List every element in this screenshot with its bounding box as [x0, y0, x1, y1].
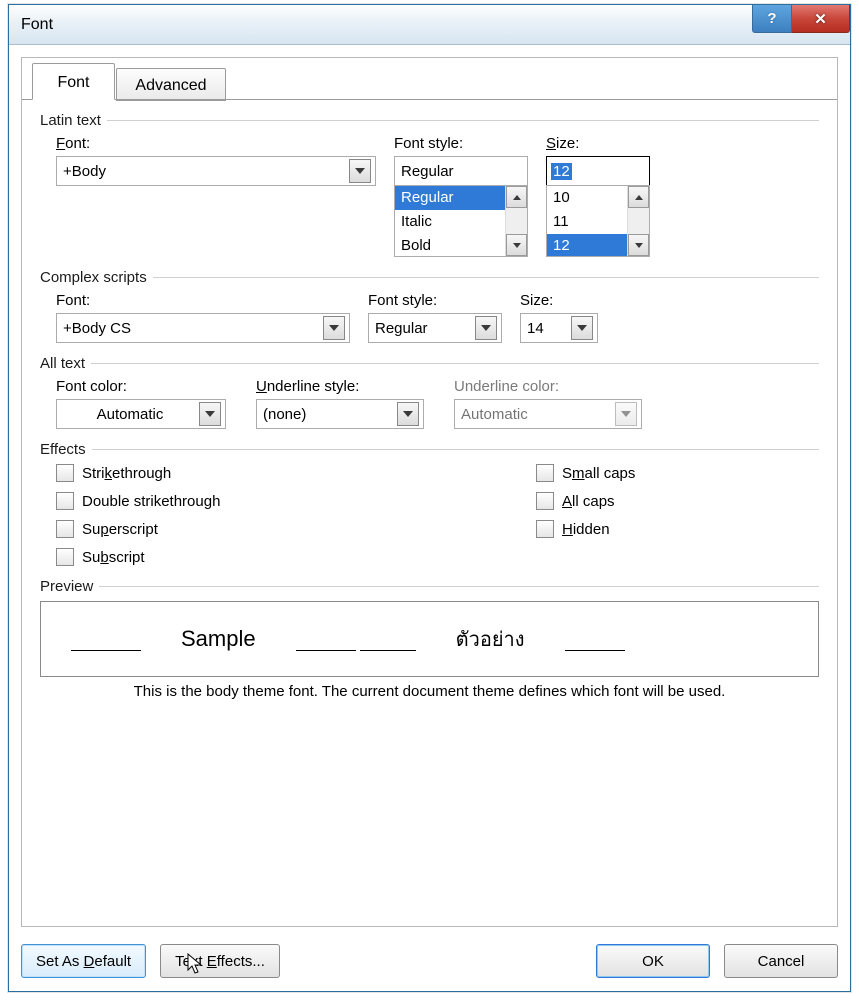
group-heading-latin: Latin text [40, 112, 101, 129]
cs-font-combo[interactable]: +Body CS [56, 313, 350, 343]
dropdown-icon [397, 402, 419, 426]
list-item[interactable]: Regular [395, 186, 505, 210]
preview-description: This is the body theme font. The current… [40, 683, 819, 700]
tab-font[interactable]: Font [32, 63, 115, 100]
group-heading-effects: Effects [40, 441, 86, 458]
font-combo[interactable]: +Body [56, 156, 376, 186]
list-item[interactable]: Italic [395, 210, 505, 234]
tab-panel-font: Latin text Font: +Body Font style: Regul… [22, 100, 837, 926]
checkbox-icon [56, 520, 74, 538]
cs-style-combo[interactable]: Regular [368, 313, 502, 343]
font-style-label: Font style: [394, 135, 528, 152]
strikethrough-checkbox[interactable]: Strikethrough [56, 464, 536, 482]
preview-box: Sample ตัวอย่าง [40, 601, 819, 677]
cancel-button[interactable]: Cancel [724, 944, 838, 978]
group-latin-text: Latin text Font: +Body Font style: Regul… [40, 112, 819, 257]
scroll-up-icon[interactable] [628, 186, 649, 208]
font-dialog: Font ? ✕ Font Advanced Latin text Font: … [8, 4, 851, 992]
cs-font-label: Font: [56, 292, 350, 309]
checkbox-icon [56, 464, 74, 482]
checkbox-icon [536, 520, 554, 538]
all-caps-checkbox[interactable]: All caps [536, 492, 635, 510]
scroll-down-icon[interactable] [506, 234, 527, 256]
dropdown-icon [615, 402, 637, 426]
scroll-down-icon[interactable] [628, 234, 649, 256]
checkbox-icon [56, 492, 74, 510]
size-label: Size: [546, 135, 650, 152]
checkbox-icon [536, 492, 554, 510]
underline-color-label: Underline color: [454, 378, 642, 395]
preview-sample-latin: Sample [141, 626, 296, 652]
double-strikethrough-checkbox[interactable]: Double strikethrough [56, 492, 536, 510]
text-effects-button[interactable]: Text Effects... [160, 944, 280, 978]
title-bar: Font ? ✕ [9, 5, 850, 45]
group-all-text: All text Font color: Automatic Underline… [40, 355, 819, 429]
underline-color-combo: Automatic [454, 399, 642, 429]
tab-row: Font Advanced [22, 58, 837, 99]
font-color-combo[interactable]: Automatic [56, 399, 226, 429]
close-button[interactable]: ✕ [792, 5, 850, 33]
dropdown-icon [323, 316, 345, 340]
help-icon: ? [767, 10, 776, 27]
dropdown-icon [199, 402, 221, 426]
scrollbar[interactable] [505, 186, 527, 256]
cs-size-combo[interactable]: 14 [520, 313, 598, 343]
underline-style-combo[interactable]: (none) [256, 399, 424, 429]
preview-sample-complex: ตัวอย่าง [416, 623, 565, 655]
tab-advanced[interactable]: Advanced [116, 68, 226, 101]
size-input[interactable]: 12 [546, 156, 650, 186]
font-color-label: Font color: [56, 378, 226, 395]
close-icon: ✕ [814, 10, 827, 28]
ok-button[interactable]: OK [596, 944, 710, 978]
dropdown-icon [571, 316, 593, 340]
checkbox-icon [56, 548, 74, 566]
checkbox-icon [536, 464, 554, 482]
underline-style-label: Underline style: [256, 378, 424, 395]
font-label: Font: [56, 135, 376, 152]
dialog-content: Font Advanced Latin text Font: +Body [21, 57, 838, 927]
set-as-default-button[interactable]: Set As Default [21, 944, 146, 978]
cs-size-label: Size: [520, 292, 598, 309]
group-heading-preview: Preview [40, 578, 93, 595]
font-combo-dropdown-icon [349, 159, 371, 183]
group-heading-alltext: All text [40, 355, 85, 372]
list-item[interactable]: 11 [547, 210, 627, 234]
scroll-up-icon[interactable] [506, 186, 527, 208]
group-complex-scripts: Complex scripts Font: +Body CS Font styl… [40, 269, 819, 343]
dialog-title: Font [9, 16, 65, 34]
hidden-checkbox[interactable]: Hidden [536, 520, 635, 538]
small-caps-checkbox[interactable]: Small caps [536, 464, 635, 482]
list-item[interactable]: 12 [547, 234, 627, 256]
group-effects: Effects Strikethrough Double strikethrou… [40, 441, 819, 566]
group-preview: Preview Sample ตัวอย่าง This is the body… [40, 578, 819, 700]
scrollbar[interactable] [627, 186, 649, 256]
font-style-listbox[interactable]: Regular Italic Bold [394, 185, 528, 257]
subscript-checkbox[interactable]: Subscript [56, 548, 536, 566]
dialog-footer: Set As Default Text Effects... OK Cancel [21, 944, 838, 978]
list-item[interactable]: 10 [547, 186, 627, 210]
help-button[interactable]: ? [752, 5, 792, 33]
group-heading-complex: Complex scripts [40, 269, 147, 286]
superscript-checkbox[interactable]: Superscript [56, 520, 536, 538]
font-style-input[interactable]: Regular [394, 156, 528, 186]
cs-style-label: Font style: [368, 292, 502, 309]
dropdown-icon [475, 316, 497, 340]
size-listbox[interactable]: 10 11 12 [546, 185, 650, 257]
list-item[interactable]: Bold [395, 234, 505, 256]
